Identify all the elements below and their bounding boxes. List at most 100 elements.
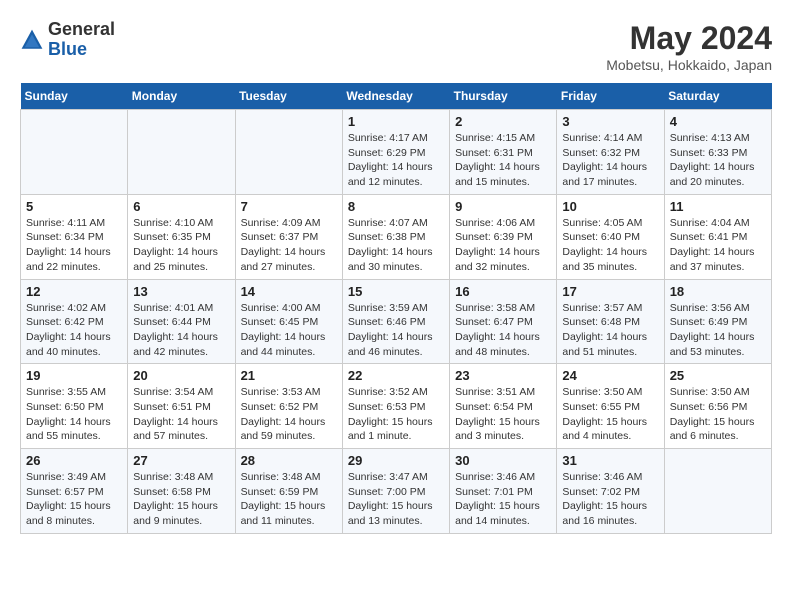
day-info: Sunrise: 3:53 AM Sunset: 6:52 PM Dayligh… [241, 385, 337, 444]
calendar-cell: 23 Sunrise: 3:51 AM Sunset: 6:54 PM Dayli… [450, 364, 557, 449]
title-block: May 2024 Mobetsu, Hokkaido, Japan [606, 20, 772, 73]
calendar-cell: 30Sunrise: 3:46 AM Sunset: 7:01 PM Dayli… [450, 449, 557, 534]
day-number: 8 [348, 199, 444, 214]
calendar-cell: 20Sunrise: 3:54 AM Sunset: 6:51 PM Dayli… [128, 364, 235, 449]
calendar-cell [128, 110, 235, 195]
day-info: Sunrise: 4:09 AM Sunset: 6:37 PM Dayligh… [241, 216, 337, 275]
calendar-cell [664, 449, 771, 534]
day-info: Sunrise: 4:14 AM Sunset: 6:32 PM Dayligh… [562, 131, 658, 190]
calendar-week-row: 19 Sunrise: 3:55 AM Sunset: 6:50 PM Dayli… [21, 364, 772, 449]
day-info: Sunrise: 3:57 AM Sunset: 6:48 PM Dayligh… [562, 301, 658, 360]
day-info: Sunrise: 4:05 AM Sunset: 6:40 PM Dayligh… [562, 216, 658, 275]
calendar-cell: 9Sunrise: 4:06 AM Sunset: 6:39 PM Daylig… [450, 194, 557, 279]
calendar-cell: 24Sunrise: 3:50 AM Sunset: 6:55 PM Dayli… [557, 364, 664, 449]
logo: General Blue [20, 20, 115, 60]
day-number: 15 [348, 284, 444, 299]
day-info: Sunrise: 4:17 AM Sunset: 6:29 PM Dayligh… [348, 131, 444, 190]
calendar-table: SundayMondayTuesdayWednesdayThursdayFrid… [20, 83, 772, 534]
calendar-cell: 22 Sunrise: 3:52 AM Sunset: 6:53 PM Dayli… [342, 364, 449, 449]
day-number: 6 [133, 199, 229, 214]
calendar-cell: 16 Sunrise: 3:58 AM Sunset: 6:47 PM Dayli… [450, 279, 557, 364]
calendar-cell: 10 Sunrise: 4:05 AM Sunset: 6:40 PM Dayli… [557, 194, 664, 279]
day-info: Sunrise: 3:46 AM Sunset: 7:02 PM Dayligh… [562, 470, 658, 529]
calendar-cell: 15 Sunrise: 3:59 AM Sunset: 6:46 PM Dayli… [342, 279, 449, 364]
calendar-cell: 26Sunrise: 3:49 AM Sunset: 6:57 PM Dayli… [21, 449, 128, 534]
day-info: Sunrise: 3:56 AM Sunset: 6:49 PM Dayligh… [670, 301, 766, 360]
day-number: 29 [348, 453, 444, 468]
day-number: 12 [26, 284, 122, 299]
day-info: Sunrise: 3:47 AM Sunset: 7:00 PM Dayligh… [348, 470, 444, 529]
day-info: Sunrise: 3:50 AM Sunset: 6:55 PM Dayligh… [562, 385, 658, 444]
day-number: 4 [670, 114, 766, 129]
day-info: Sunrise: 3:51 AM Sunset: 6:54 PM Dayligh… [455, 385, 551, 444]
day-info: Sunrise: 4:07 AM Sunset: 6:38 PM Dayligh… [348, 216, 444, 275]
day-info: Sunrise: 3:46 AM Sunset: 7:01 PM Dayligh… [455, 470, 551, 529]
calendar-week-row: 26Sunrise: 3:49 AM Sunset: 6:57 PM Dayli… [21, 449, 772, 534]
calendar-cell: 13 Sunrise: 4:01 AM Sunset: 6:44 PM Dayli… [128, 279, 235, 364]
weekday-header-wednesday: Wednesday [342, 83, 449, 110]
weekday-header-friday: Friday [557, 83, 664, 110]
day-number: 27 [133, 453, 229, 468]
day-number: 22 [348, 368, 444, 383]
calendar-cell: 29 Sunrise: 3:47 AM Sunset: 7:00 PM Dayli… [342, 449, 449, 534]
weekday-header-saturday: Saturday [664, 83, 771, 110]
weekday-header-row: SundayMondayTuesdayWednesdayThursdayFrid… [21, 83, 772, 110]
calendar-cell: 2Sunrise: 4:15 AM Sunset: 6:31 PM Daylig… [450, 110, 557, 195]
calendar-cell: 28 Sunrise: 3:48 AM Sunset: 6:59 PM Dayli… [235, 449, 342, 534]
day-info: Sunrise: 3:48 AM Sunset: 6:59 PM Dayligh… [241, 470, 337, 529]
day-number: 16 [455, 284, 551, 299]
day-info: Sunrise: 4:15 AM Sunset: 6:31 PM Dayligh… [455, 131, 551, 190]
calendar-cell: 8 Sunrise: 4:07 AM Sunset: 6:38 PM Daylig… [342, 194, 449, 279]
calendar-cell: 4 Sunrise: 4:13 AM Sunset: 6:33 PM Daylig… [664, 110, 771, 195]
logo-blue-text: Blue [48, 39, 87, 59]
day-number: 13 [133, 284, 229, 299]
calendar-cell: 11 Sunrise: 4:04 AM Sunset: 6:41 PM Dayli… [664, 194, 771, 279]
calendar-cell: 21 Sunrise: 3:53 AM Sunset: 6:52 PM Dayli… [235, 364, 342, 449]
calendar-cell: 3 Sunrise: 4:14 AM Sunset: 6:32 PM Daylig… [557, 110, 664, 195]
month-year-title: May 2024 [606, 20, 772, 57]
day-number: 14 [241, 284, 337, 299]
calendar-cell: 25 Sunrise: 3:50 AM Sunset: 6:56 PM Dayli… [664, 364, 771, 449]
calendar-cell: 5 Sunrise: 4:11 AM Sunset: 6:34 PM Daylig… [21, 194, 128, 279]
calendar-week-row: 1 Sunrise: 4:17 AM Sunset: 6:29 PM Daylig… [21, 110, 772, 195]
day-number: 19 [26, 368, 122, 383]
day-number: 11 [670, 199, 766, 214]
calendar-cell: 19 Sunrise: 3:55 AM Sunset: 6:50 PM Dayli… [21, 364, 128, 449]
calendar-cell: 12 Sunrise: 4:02 AM Sunset: 6:42 PM Dayli… [21, 279, 128, 364]
day-number: 5 [26, 199, 122, 214]
day-info: Sunrise: 3:59 AM Sunset: 6:46 PM Dayligh… [348, 301, 444, 360]
calendar-cell: 31Sunrise: 3:46 AM Sunset: 7:02 PM Dayli… [557, 449, 664, 534]
calendar-cell [21, 110, 128, 195]
day-number: 26 [26, 453, 122, 468]
calendar-cell: 1 Sunrise: 4:17 AM Sunset: 6:29 PM Daylig… [342, 110, 449, 195]
day-number: 25 [670, 368, 766, 383]
day-info: Sunrise: 3:55 AM Sunset: 6:50 PM Dayligh… [26, 385, 122, 444]
calendar-cell: 14 Sunrise: 4:00 AM Sunset: 6:45 PM Dayli… [235, 279, 342, 364]
day-info: Sunrise: 4:02 AM Sunset: 6:42 PM Dayligh… [26, 301, 122, 360]
day-info: Sunrise: 3:58 AM Sunset: 6:47 PM Dayligh… [455, 301, 551, 360]
day-number: 1 [348, 114, 444, 129]
day-info: Sunrise: 4:13 AM Sunset: 6:33 PM Dayligh… [670, 131, 766, 190]
calendar-cell: 17 Sunrise: 3:57 AM Sunset: 6:48 PM Dayli… [557, 279, 664, 364]
day-number: 17 [562, 284, 658, 299]
day-info: Sunrise: 4:10 AM Sunset: 6:35 PM Dayligh… [133, 216, 229, 275]
weekday-header-monday: Monday [128, 83, 235, 110]
day-info: Sunrise: 4:06 AM Sunset: 6:39 PM Dayligh… [455, 216, 551, 275]
day-number: 21 [241, 368, 337, 383]
day-number: 7 [241, 199, 337, 214]
day-info: Sunrise: 4:01 AM Sunset: 6:44 PM Dayligh… [133, 301, 229, 360]
day-info: Sunrise: 4:04 AM Sunset: 6:41 PM Dayligh… [670, 216, 766, 275]
day-info: Sunrise: 4:00 AM Sunset: 6:45 PM Dayligh… [241, 301, 337, 360]
day-info: Sunrise: 3:50 AM Sunset: 6:56 PM Dayligh… [670, 385, 766, 444]
day-number: 23 [455, 368, 551, 383]
day-info: Sunrise: 3:52 AM Sunset: 6:53 PM Dayligh… [348, 385, 444, 444]
day-info: Sunrise: 3:48 AM Sunset: 6:58 PM Dayligh… [133, 470, 229, 529]
weekday-header-sunday: Sunday [21, 83, 128, 110]
day-info: Sunrise: 4:11 AM Sunset: 6:34 PM Dayligh… [26, 216, 122, 275]
day-number: 3 [562, 114, 658, 129]
day-number: 28 [241, 453, 337, 468]
location-subtitle: Mobetsu, Hokkaido, Japan [606, 57, 772, 73]
logo-general-text: General [48, 19, 115, 39]
day-number: 10 [562, 199, 658, 214]
calendar-cell: 6 Sunrise: 4:10 AM Sunset: 6:35 PM Daylig… [128, 194, 235, 279]
